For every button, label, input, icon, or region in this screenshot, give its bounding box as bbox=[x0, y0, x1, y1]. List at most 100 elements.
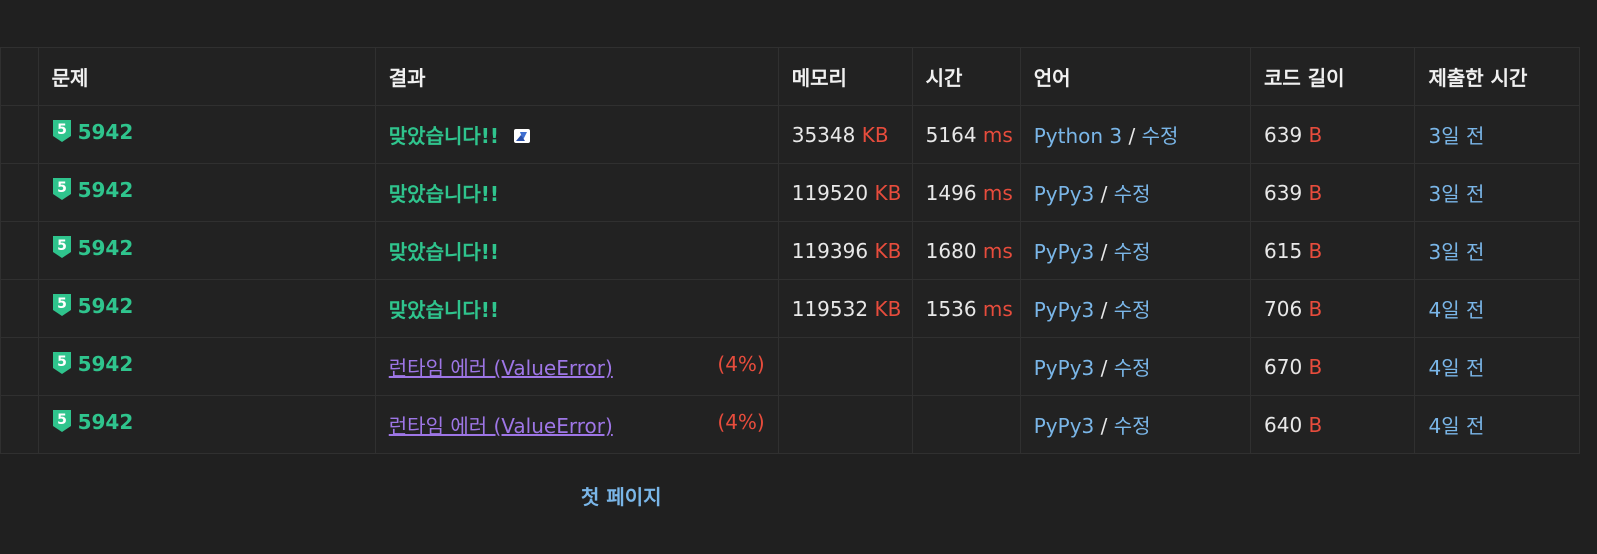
result-accepted: 맞았습니다!! bbox=[388, 182, 500, 206]
cell-memory: 35348 KB bbox=[777, 105, 913, 164]
cell-submitted: 3일 전 bbox=[1414, 221, 1580, 280]
submitted-time-link[interactable]: 4일 전 bbox=[1428, 414, 1484, 438]
length-value: 670 bbox=[1264, 354, 1303, 379]
language-link[interactable]: PyPy3 bbox=[1034, 356, 1095, 380]
length-unit: B bbox=[1308, 296, 1323, 321]
tier-badge-icon: 5 bbox=[52, 235, 72, 259]
tier-badge-icon: 5 bbox=[52, 409, 72, 433]
table-header-row: 문제 결과 메모리 시간 언어 코드 길이 제출한 시간 bbox=[0, 47, 1580, 106]
cell-memory bbox=[777, 395, 913, 454]
submitted-time-link[interactable]: 4일 전 bbox=[1428, 356, 1484, 380]
length-value: 640 bbox=[1264, 412, 1303, 437]
edit-link[interactable]: 수정 bbox=[1114, 240, 1151, 264]
cell-id bbox=[0, 163, 39, 222]
result-accepted: 맞았습니다!! bbox=[388, 240, 500, 264]
header-memory: 메모리 bbox=[777, 47, 913, 106]
tier-badge-icon: 5 bbox=[52, 119, 72, 143]
cell-language: PyPy3 / 수정 bbox=[1019, 337, 1252, 396]
cell-id bbox=[0, 279, 39, 338]
length-unit: B bbox=[1308, 122, 1323, 147]
cell-language: PyPy3 / 수정 bbox=[1019, 221, 1252, 280]
submitted-time-link[interactable]: 3일 전 bbox=[1428, 124, 1484, 148]
tier-digit: 5 bbox=[57, 122, 67, 138]
cell-time: 5164 ms bbox=[911, 105, 1021, 164]
language-link[interactable]: PyPy3 bbox=[1034, 414, 1095, 438]
cell-problem: 5 5942 bbox=[37, 221, 376, 280]
time-value: 1496 bbox=[925, 180, 977, 205]
time-value: 5164 bbox=[925, 122, 977, 147]
cell-id bbox=[0, 395, 39, 454]
tier-digit: 5 bbox=[57, 238, 67, 254]
cell-result: 맞았습니다!! bbox=[374, 105, 779, 164]
edit-link[interactable]: 수정 bbox=[1114, 356, 1151, 380]
cell-problem: 5 5942 bbox=[37, 279, 376, 338]
time-value: 1680 bbox=[925, 238, 977, 263]
tier-digit: 5 bbox=[57, 296, 67, 312]
cell-result: 런타임 에러 (ValueError) (4%) bbox=[374, 337, 779, 396]
tier-digit: 5 bbox=[57, 354, 67, 370]
length-unit: B bbox=[1308, 412, 1323, 437]
edit-link[interactable]: 수정 bbox=[1114, 298, 1151, 322]
cell-language: Python 3 / 수정 bbox=[1019, 105, 1252, 164]
result-runtime-error-link[interactable]: 런타임 에러 (ValueError) bbox=[389, 356, 613, 380]
header-problem: 문제 bbox=[37, 47, 376, 106]
time-unit: ms bbox=[982, 122, 1013, 147]
cell-time: 1496 ms bbox=[911, 163, 1021, 222]
problem-link[interactable]: 5 5942 bbox=[52, 235, 133, 260]
problem-link[interactable]: 5 5942 bbox=[52, 178, 134, 202]
separator: / bbox=[1094, 182, 1114, 206]
language-link[interactable]: PyPy3 bbox=[1034, 298, 1095, 322]
problem-link[interactable]: 5 5942 bbox=[52, 352, 133, 376]
cell-language: PyPy3 / 수정 bbox=[1019, 279, 1252, 338]
edit-link[interactable]: 수정 bbox=[1142, 124, 1179, 148]
result-runtime-error-link[interactable]: 런타임 에러 (ValueError) bbox=[389, 414, 613, 438]
tier-badge-icon: 5 bbox=[52, 293, 72, 317]
partial-score: (4%) bbox=[717, 410, 765, 434]
language-link[interactable]: PyPy3 bbox=[1034, 240, 1095, 264]
cell-memory: 119532 KB bbox=[777, 279, 913, 338]
header-time: 시간 bbox=[911, 47, 1021, 106]
status-page: 문제 결과 메모리 시간 언어 코드 길이 제출한 시간 5 5942 맞았습니다!… bbox=[0, 0, 1597, 554]
table-row: 5 5942 맞았습니다!! 119520 KB 1496 ms PyPy3 / 수정 63… bbox=[0, 163, 1580, 222]
header-result: 결과 bbox=[374, 47, 779, 106]
language-link[interactable]: PyPy3 bbox=[1034, 182, 1095, 206]
table-row: 5 5942 맞았습니다!! 35348 KB 5164 ms Python 3 / 수정… bbox=[0, 105, 1580, 164]
problem-link[interactable]: 5 5942 bbox=[52, 293, 133, 318]
length-unit: B bbox=[1308, 238, 1323, 263]
cell-code-length: 640 B bbox=[1249, 395, 1416, 454]
length-value: 639 bbox=[1264, 122, 1303, 147]
memory-value: 35348 bbox=[791, 122, 856, 147]
edit-link[interactable]: 수정 bbox=[1114, 414, 1151, 438]
submitted-time-link[interactable]: 4일 전 bbox=[1428, 298, 1484, 322]
separator: / bbox=[1094, 356, 1114, 380]
cell-problem: 5 5942 bbox=[37, 337, 376, 396]
cell-time: 1680 ms bbox=[911, 221, 1021, 280]
cell-code-length: 706 B bbox=[1249, 279, 1416, 338]
memory-unit: KB bbox=[874, 296, 902, 321]
submitted-time-link[interactable]: 3일 전 bbox=[1428, 240, 1484, 264]
length-unit: B bbox=[1308, 354, 1323, 379]
share-source-icon[interactable] bbox=[513, 126, 531, 144]
cell-result: 맞았습니다!! bbox=[374, 163, 779, 222]
problem-number: 5942 bbox=[77, 410, 134, 434]
table-row: 5 5942 런타임 에러 (ValueError) (4%) PyPy3 / 수정 64… bbox=[0, 395, 1580, 454]
first-page-link[interactable]: 첫 페이지 bbox=[581, 481, 662, 510]
cell-language: PyPy3 / 수정 bbox=[1019, 163, 1252, 222]
problem-link[interactable]: 5 5942 bbox=[52, 409, 134, 434]
cell-problem: 5 5942 bbox=[37, 395, 376, 454]
problem-link[interactable]: 5 5942 bbox=[52, 119, 133, 144]
cell-code-length: 615 B bbox=[1249, 221, 1416, 280]
time-unit: ms bbox=[982, 296, 1013, 321]
edit-link[interactable]: 수정 bbox=[1114, 182, 1151, 206]
separator: / bbox=[1094, 298, 1114, 322]
problem-number: 5942 bbox=[77, 178, 134, 202]
cell-submitted: 4일 전 bbox=[1414, 395, 1580, 454]
header-language: 언어 bbox=[1019, 47, 1252, 106]
tier-digit: 5 bbox=[57, 412, 67, 428]
language-link[interactable]: Python 3 bbox=[1034, 124, 1122, 148]
time-unit: ms bbox=[982, 238, 1013, 263]
submitted-time-link[interactable]: 3일 전 bbox=[1428, 182, 1484, 206]
time-value: 1536 bbox=[925, 296, 977, 321]
cell-submitted: 4일 전 bbox=[1414, 279, 1580, 338]
cell-code-length: 670 B bbox=[1249, 337, 1416, 396]
